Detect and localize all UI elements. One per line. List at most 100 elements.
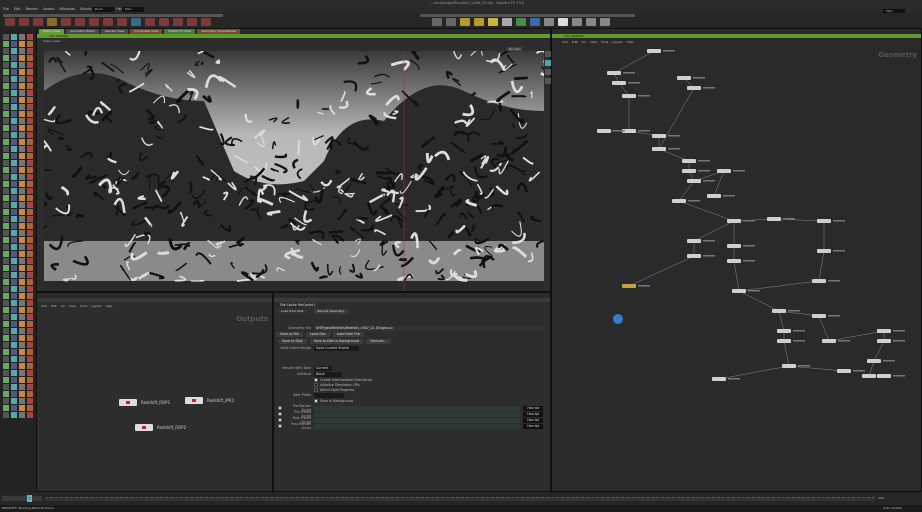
tool-icon[interactable] [19,125,25,131]
tool-icon[interactable] [27,223,33,229]
script-enable-checkbox[interactable] [278,412,282,416]
shelf-tabs-right[interactable] [420,14,635,17]
tool-icon[interactable] [3,55,9,61]
tool-icon[interactable] [27,286,33,292]
timeline-slider[interactable] [45,497,875,501]
tool-icon[interactable] [11,55,17,61]
tool-icon[interactable] [3,104,9,110]
tool-icon[interactable] [27,202,33,208]
tool-icon[interactable] [3,195,9,201]
tool-icon[interactable] [11,41,17,47]
tool-icon[interactable] [27,48,33,54]
geometry-file-input[interactable]: $HIP/geo/Redfalls/Redfalls_v007_01.$F.bg… [314,325,546,331]
tool-icon[interactable] [11,314,17,320]
tool-icon[interactable] [27,97,33,103]
tool-icon[interactable] [19,279,25,285]
tool-icon[interactable] [11,258,17,264]
tool-icon[interactable] [19,34,25,40]
tool-icon[interactable] [27,216,33,222]
tool-icon[interactable] [19,251,25,257]
tab-geo-spreadsheet[interactable]: Geometry Spreadsheet [197,29,241,34]
tool-icon[interactable] [19,328,25,334]
script-input[interactable] [314,405,521,411]
tool-icon[interactable] [27,384,33,390]
tool-icon[interactable] [11,244,17,250]
tool-icon[interactable] [27,377,33,383]
tool-icon[interactable] [27,328,33,334]
menu-add[interactable]: Add [41,304,47,308]
tool-icon[interactable] [27,188,33,194]
tool-icon[interactable] [27,153,33,159]
tab-animation-editor[interactable]: Animation Editor [66,29,100,34]
tool-icon[interactable] [3,188,9,194]
tool-icon[interactable] [19,223,25,229]
tool-icon[interactable] [11,398,17,404]
tool-icon[interactable] [11,83,17,89]
tool-icon[interactable] [27,244,33,250]
script-enable-checkbox[interactable] [278,406,282,410]
tool-icon[interactable] [11,195,17,201]
tool-icon[interactable] [19,370,25,376]
tool-icon[interactable] [11,328,17,334]
node-redshift-ipr1[interactable]: Redshift_IPR1 [185,397,234,404]
tool-icon[interactable] [19,363,25,369]
tool-icon[interactable] [11,251,17,257]
alert-input[interactable] [314,392,344,398]
tool-icon[interactable] [19,209,25,215]
tool-icon[interactable] [3,370,9,376]
menu-file[interactable]: File [3,7,9,11]
tool-icon[interactable] [3,349,9,355]
menu-tools[interactable]: Tools [80,304,87,308]
take-select[interactable]: Current [314,365,332,371]
tool-icon[interactable] [3,167,9,173]
tool-icon[interactable] [19,405,25,411]
menu-help[interactable]: Help [106,304,113,308]
tool-icon[interactable] [11,265,17,271]
subtab-save[interactable]: Save to File [276,331,304,337]
tool-icon[interactable] [11,349,17,355]
tool-icon[interactable] [27,356,33,362]
tool-icon[interactable] [3,328,9,334]
tool-icon[interactable] [11,216,17,222]
controls-button[interactable]: Controls... [365,338,391,344]
tool-icon[interactable] [19,174,25,180]
menu-go[interactable]: Go [61,304,65,308]
tool-icon[interactable] [3,34,9,40]
tool-icon[interactable] [3,384,9,390]
tool-icon[interactable] [3,244,9,250]
tool-icon[interactable] [11,160,17,166]
tool-icon[interactable] [27,174,33,180]
script-enable-checkbox[interactable] [278,424,282,428]
tool-icon[interactable] [3,314,9,320]
tool-icon[interactable] [19,139,25,145]
tool-icon[interactable] [3,146,9,152]
tool-icon[interactable] [19,412,25,418]
tool-icon[interactable] [19,83,25,89]
tool-icon[interactable] [27,34,33,40]
tool-icon[interactable] [3,174,9,180]
tool-icon[interactable] [11,209,17,215]
tool-icon[interactable] [27,76,33,82]
tool-icon[interactable] [3,97,9,103]
tool-icon[interactable] [3,230,9,236]
tool-icon[interactable] [3,111,9,117]
script-language-select[interactable]: Hscript [523,405,543,411]
tool-icon[interactable] [11,167,17,173]
init-select[interactable]: None [314,371,342,377]
tool-icon[interactable] [27,111,33,117]
tool-icon[interactable] [11,188,17,194]
tool-icon[interactable] [27,209,33,215]
script-input[interactable] [314,417,521,423]
tool-icon[interactable] [11,118,17,124]
tool-icon[interactable] [27,314,33,320]
script-language-select[interactable]: Hscript [523,411,543,417]
tool-icon[interactable] [27,293,33,299]
tool-icon[interactable] [11,48,17,54]
playback-controls[interactable] [2,496,42,501]
tool-icon[interactable] [11,279,17,285]
tool-icon[interactable] [3,48,9,54]
tool-icon[interactable] [27,69,33,75]
tool-icon[interactable] [11,335,17,341]
tool-icon[interactable] [3,132,9,138]
checkbox-save-bg[interactable] [314,399,318,403]
